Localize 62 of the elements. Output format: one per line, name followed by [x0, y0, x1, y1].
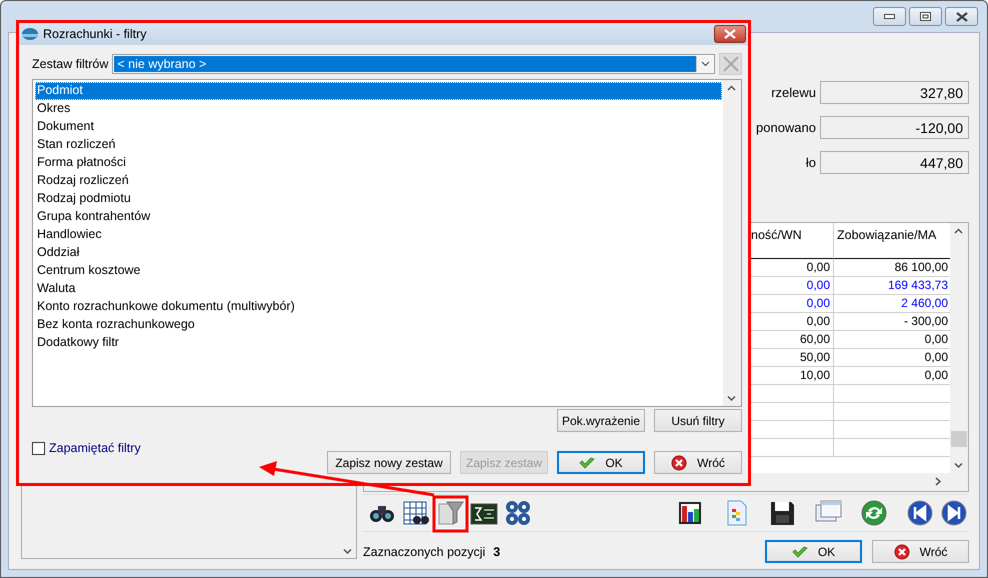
scroll-up-icon[interactable] [727, 85, 736, 91]
amount-field: 327,80 [820, 81, 969, 104]
back-button[interactable]: Wróć [654, 451, 742, 474]
filter-item[interactable]: Dokument [35, 118, 722, 136]
close-icon [956, 12, 968, 22]
scroll-right-icon[interactable] [934, 477, 942, 486]
highlight-frame [432, 496, 468, 532]
cancel-icon [894, 544, 910, 560]
maximize-icon [920, 12, 931, 21]
amount-field: 447,80 [820, 151, 969, 174]
filter-item[interactable]: Rodzaj podmiotu [35, 190, 722, 208]
close-button[interactable] [714, 25, 746, 43]
filter-item[interactable]: Oddział [35, 244, 722, 262]
maximize-button[interactable] [909, 7, 942, 26]
summary-label: ponowano [756, 120, 816, 135]
vertical-scrollbar[interactable] [723, 80, 741, 406]
list-action-button[interactable]: Usuń filtry [654, 409, 742, 432]
summary-label: rzelewu [771, 85, 816, 100]
filter-item[interactable]: Bez konta rozrachunkowego [35, 316, 722, 334]
close-icon [722, 56, 738, 72]
filter-item[interactable]: Grupa kontrahentów [35, 208, 722, 226]
checkmark-icon [792, 546, 808, 558]
vertical-scrollbar[interactable] [950, 223, 968, 473]
scroll-up-icon[interactable] [954, 228, 963, 234]
filter-item[interactable]: Centrum kosztowe [35, 262, 722, 280]
summary-label: ło [806, 155, 816, 170]
close-button[interactable] [945, 7, 978, 26]
remember-label: Zapamiętać filtry [49, 441, 141, 455]
scroll-down-icon[interactable] [343, 548, 352, 554]
selected-count-label: Zaznaczonych pozycji [363, 544, 486, 558]
filter-set-dropdown[interactable]: < nie wybrano > [112, 54, 715, 74]
filter-item[interactable]: Podmiot [35, 82, 722, 100]
filter-set-label: Zestaw filtrów [32, 57, 108, 71]
filter-item[interactable]: Konto rozrachunkowe dokumentu (multiwybór) [35, 298, 722, 316]
filter-item[interactable]: Okres [35, 100, 722, 118]
amount-field: -120,00 [820, 116, 969, 139]
checkmark-icon [579, 456, 596, 468]
refresh-icon[interactable] [859, 498, 889, 528]
filter-item[interactable]: Waluta [35, 280, 722, 298]
next-icon[interactable] [939, 498, 969, 528]
filter-item[interactable]: Rodzaj rozliczeń [35, 172, 722, 190]
minimize-button[interactable] [873, 7, 906, 26]
scroll-down-icon[interactable] [954, 462, 963, 468]
selected-count: 3 [493, 544, 500, 558]
scrollbar-thumb[interactable] [951, 431, 967, 447]
filter-item[interactable]: Handlowiec [35, 226, 722, 244]
remember-checkbox[interactable] [32, 442, 45, 454]
minimize-icon [884, 14, 895, 20]
filter-item[interactable]: Dodatkowy filtr [35, 334, 722, 352]
filter-item[interactable]: Stan rozliczeń [35, 136, 722, 154]
cancel-icon [671, 454, 688, 470]
ok-button[interactable]: OK [557, 451, 645, 474]
app-icon [22, 27, 38, 41]
scroll-down-icon[interactable] [727, 395, 736, 401]
back-button[interactable]: Wróć [872, 540, 969, 563]
filter-item[interactable]: Forma płatności [35, 154, 722, 172]
list-action-button[interactable]: Pok.wyrażenie [557, 409, 645, 432]
save-button[interactable]: Zapisz nowy zestaw [327, 451, 451, 474]
ok-button[interactable]: OK [765, 540, 862, 563]
previous-icon[interactable] [905, 498, 935, 528]
dialog-title: Rozrachunki - filtry [43, 27, 146, 41]
close-icon [724, 29, 736, 39]
